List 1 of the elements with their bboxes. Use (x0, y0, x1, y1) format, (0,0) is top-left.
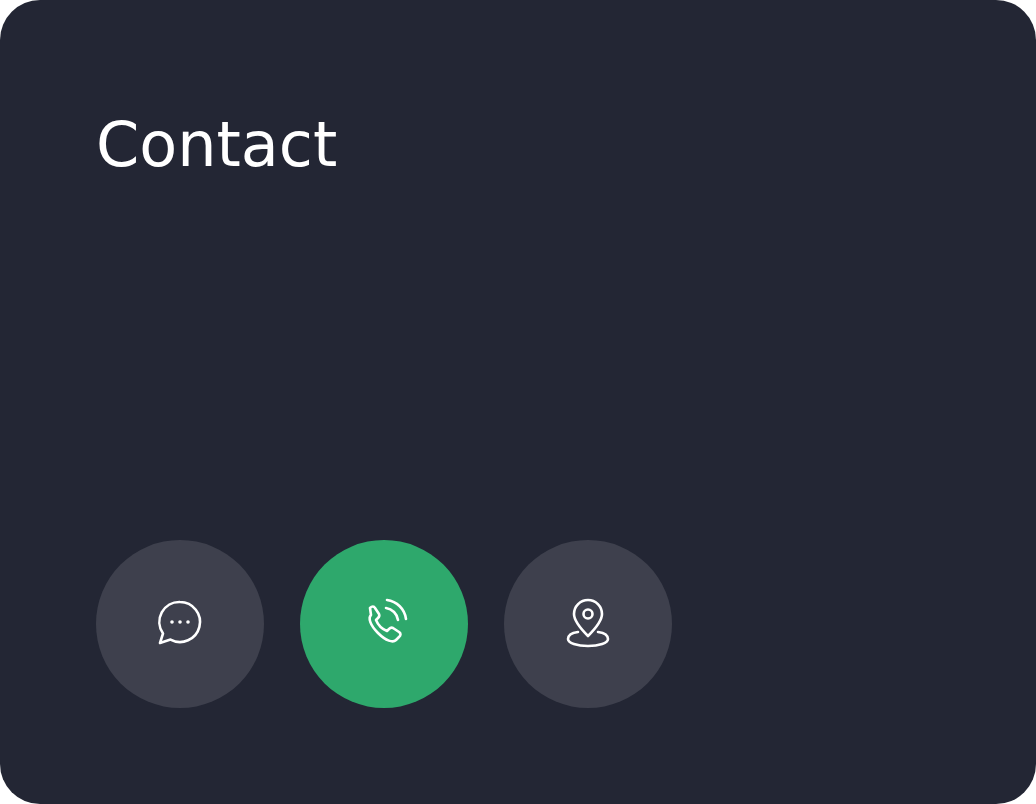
card-title: Contact (96, 108, 339, 183)
